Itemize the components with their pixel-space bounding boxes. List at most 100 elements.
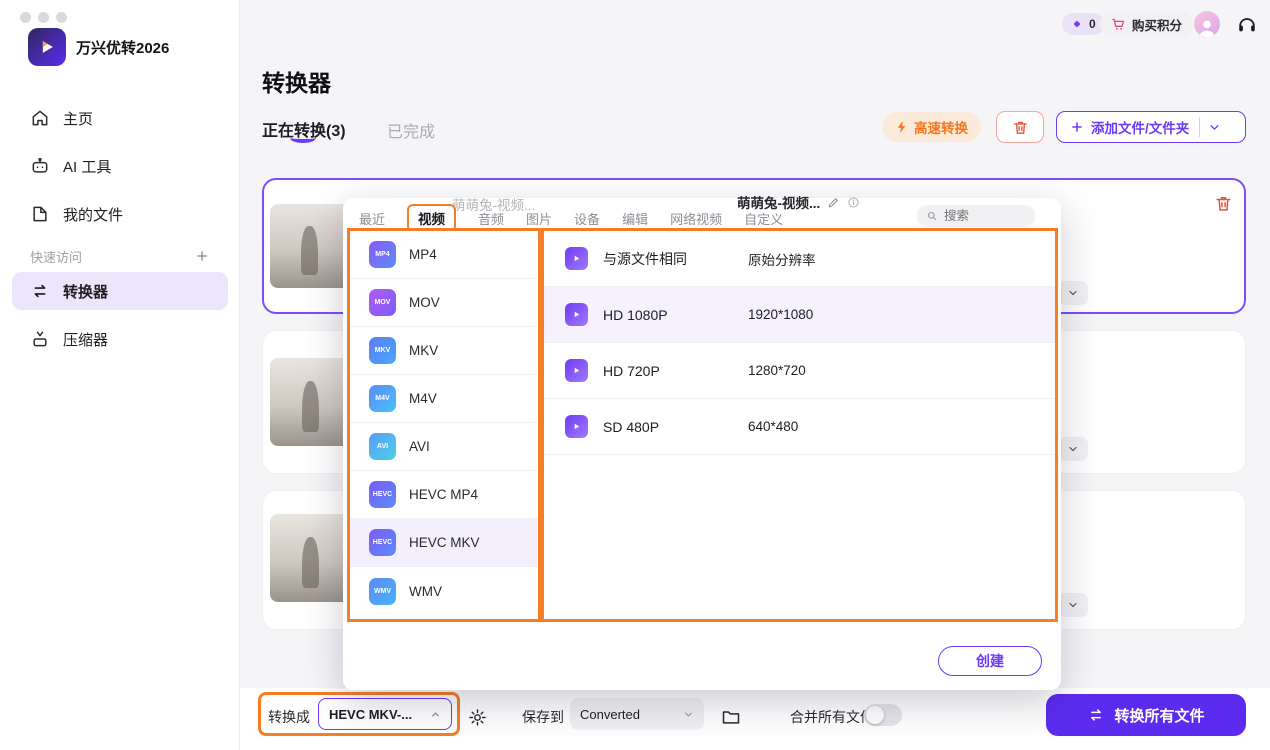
mov-format-icon: MOV bbox=[369, 289, 396, 316]
file-source-name: 萌萌兔-视频... bbox=[452, 194, 535, 214]
format-dropdown-button[interactable] bbox=[1058, 281, 1088, 305]
sidebar: 万兴优转2026 主页 AI 工具 我的文件 快速访问 转换器 压缩器 bbox=[0, 0, 240, 750]
buy-credits-button[interactable]: 购买积分 bbox=[1100, 12, 1193, 36]
save-to-label: 保存到 bbox=[522, 707, 564, 727]
compressor-icon bbox=[30, 329, 50, 349]
chevron-down-icon bbox=[683, 709, 694, 720]
popup-tab-device[interactable]: 设备 bbox=[574, 209, 600, 228]
format-item-avi[interactable]: AVI AVI bbox=[350, 423, 538, 471]
video-thumbnail bbox=[270, 358, 354, 446]
format-picker-popup: 最近 视频 音频 图片 设备 编辑 网络视频 自定义 MP4 MP4 MOV M… bbox=[343, 198, 1061, 690]
fast-convert-button[interactable]: 高速转换 bbox=[882, 112, 981, 142]
search-input[interactable] bbox=[944, 209, 1022, 223]
search-icon bbox=[926, 210, 938, 222]
hevc-mkv-format-icon: HEVC bbox=[369, 529, 396, 556]
hevc-mp4-format-icon: HEVC bbox=[369, 481, 396, 508]
popup-tab-recent[interactable]: 最近 bbox=[359, 209, 385, 228]
support-button[interactable] bbox=[1236, 13, 1258, 35]
format-dropdown-button[interactable] bbox=[1058, 437, 1088, 461]
sidebar-item-compressor[interactable]: 压缩器 bbox=[12, 320, 228, 358]
format-item-m4v[interactable]: M4V M4V bbox=[350, 375, 538, 423]
popup-tab-web-video[interactable]: 网络视频 bbox=[670, 209, 722, 228]
window-close-button[interactable] bbox=[20, 12, 31, 23]
ai-tools-icon bbox=[30, 156, 50, 176]
sidebar-item-converter[interactable]: 转换器 bbox=[12, 272, 228, 310]
popup-tab-edit[interactable]: 编辑 bbox=[622, 209, 648, 228]
active-tab-underline bbox=[290, 133, 316, 143]
format-item-mkv[interactable]: MKV MKV bbox=[350, 327, 538, 375]
page-title: 转换器 bbox=[262, 64, 331, 98]
gear-icon bbox=[468, 708, 487, 727]
conversion-settings-button[interactable] bbox=[464, 704, 490, 730]
converter-icon bbox=[30, 281, 50, 301]
wmv-format-icon: WMV bbox=[369, 578, 396, 605]
format-item-hevc-mkv[interactable]: HEVC HEVC MKV bbox=[350, 519, 538, 567]
sidebar-item-my-files[interactable]: 我的文件 bbox=[12, 194, 228, 234]
convert-all-button[interactable]: 转换所有文件 bbox=[1046, 694, 1246, 736]
format-item-mov[interactable]: MOV MOV bbox=[350, 279, 538, 327]
format-list: MP4 MP4 MOV MOV MKV MKV M4V M4V AVI AVI … bbox=[347, 228, 541, 622]
add-quick-access-button[interactable] bbox=[192, 246, 212, 266]
clear-all-button[interactable] bbox=[996, 111, 1044, 143]
avi-format-icon: AVI bbox=[369, 433, 396, 460]
trash-icon bbox=[1214, 194, 1233, 213]
chevron-down-icon bbox=[1067, 287, 1079, 299]
resolution-item-same-as-source[interactable]: 与源文件相同 原始分辨率 bbox=[544, 231, 1055, 287]
format-item-wmv[interactable]: WMV WMV bbox=[350, 567, 538, 615]
folder-icon bbox=[721, 707, 741, 727]
home-icon bbox=[30, 108, 50, 128]
delete-task-button[interactable] bbox=[1211, 191, 1235, 215]
resolution-item-hd-1080p[interactable]: HD 1080P 1920*1080 bbox=[544, 287, 1055, 343]
chevron-down-icon bbox=[1208, 121, 1221, 134]
file-output-name: 萌萌兔-视频... bbox=[737, 192, 820, 212]
app-title: 万兴优转2026 bbox=[76, 37, 169, 58]
sidebar-item-label: 主页 bbox=[63, 108, 93, 129]
add-files-button[interactable]: 添加文件/文件夹 bbox=[1056, 111, 1246, 143]
plus-icon bbox=[1070, 120, 1084, 134]
sidebar-item-label: AI 工具 bbox=[63, 156, 111, 177]
video-play-icon bbox=[565, 247, 588, 270]
sidebar-item-ai-tools[interactable]: AI 工具 bbox=[12, 146, 228, 186]
format-dropdown-button[interactable] bbox=[1058, 593, 1088, 617]
resolution-list: 与源文件相同 原始分辨率 HD 1080P 1920*1080 HD 720P … bbox=[541, 228, 1058, 622]
mp4-format-icon: MP4 bbox=[369, 241, 396, 268]
mkv-format-icon: MKV bbox=[369, 337, 396, 364]
gem-icon bbox=[1071, 18, 1083, 30]
toggle-knob bbox=[866, 706, 884, 724]
plus-icon bbox=[195, 249, 209, 263]
save-to-dropdown[interactable]: Converted bbox=[570, 698, 704, 730]
avatar[interactable] bbox=[1194, 11, 1220, 37]
create-button[interactable]: 创建 bbox=[938, 646, 1042, 676]
chevron-down-icon bbox=[1067, 443, 1079, 455]
edit-name-button[interactable] bbox=[827, 196, 840, 209]
chevron-up-icon bbox=[430, 709, 441, 720]
window-minimize-button[interactable] bbox=[38, 12, 49, 23]
buy-credits-label: 购买积分 bbox=[1132, 15, 1182, 34]
resolution-item-sd-480p[interactable]: SD 480P 640*480 bbox=[544, 399, 1055, 455]
add-files-label: 添加文件/文件夹 bbox=[1091, 117, 1189, 137]
resolution-item-hd-720p[interactable]: HD 720P 1280*720 bbox=[544, 343, 1055, 399]
open-folder-button[interactable] bbox=[718, 704, 744, 730]
window-controls bbox=[20, 10, 74, 28]
headphones-icon bbox=[1236, 13, 1258, 35]
app-logo-icon bbox=[28, 28, 66, 66]
window-maximize-button[interactable] bbox=[56, 12, 67, 23]
search-box[interactable] bbox=[917, 205, 1035, 227]
sidebar-item-home[interactable]: 主页 bbox=[12, 98, 228, 138]
quick-access-label: 快速访问 bbox=[30, 247, 82, 266]
add-files-dropdown[interactable] bbox=[1208, 121, 1221, 134]
info-icon[interactable] bbox=[847, 196, 860, 209]
format-item-mp4[interactable]: MP4 MP4 bbox=[350, 231, 538, 279]
cart-icon bbox=[1111, 17, 1126, 32]
fast-convert-label: 高速转换 bbox=[914, 117, 968, 137]
convert-to-dropdown[interactable]: HEVC MKV-... bbox=[318, 698, 452, 730]
button-divider bbox=[1199, 117, 1200, 137]
sidebar-item-label: 压缩器 bbox=[63, 329, 108, 350]
format-item-hevc-mp4[interactable]: HEVC HEVC MP4 bbox=[350, 471, 538, 519]
credits-badge[interactable]: 0 bbox=[1062, 13, 1105, 35]
merge-files-toggle[interactable] bbox=[864, 704, 902, 726]
tab-completed[interactable]: 已完成 bbox=[387, 118, 435, 142]
video-thumbnail bbox=[270, 204, 352, 288]
convert-all-label: 转换所有文件 bbox=[1114, 705, 1204, 726]
convert-icon bbox=[1087, 706, 1105, 724]
